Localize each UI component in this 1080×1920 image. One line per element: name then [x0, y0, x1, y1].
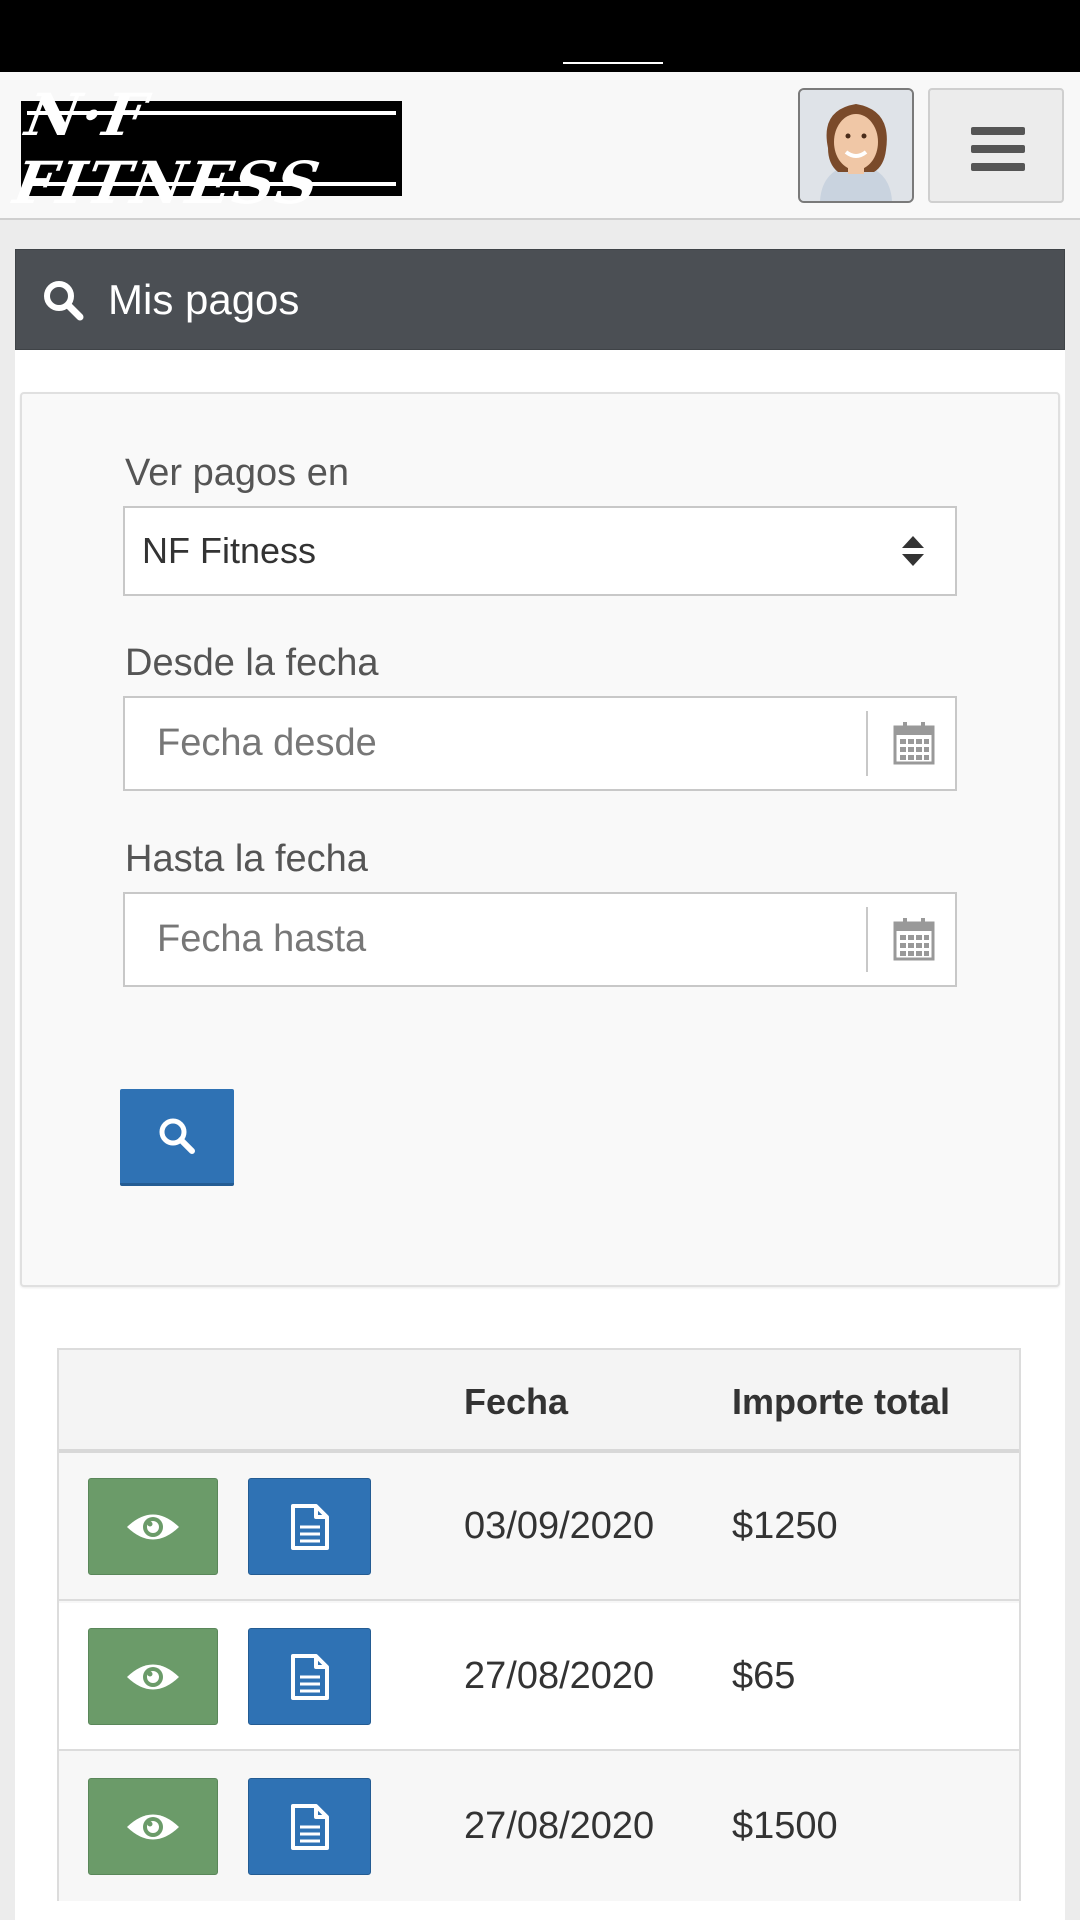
gesture-pill — [563, 62, 663, 64]
sort-arrows-icon — [902, 536, 924, 566]
filter-panel: Ver pagos en NF Fitness Desde la fecha F… — [20, 392, 1060, 1287]
payment-total: $65 — [732, 1654, 796, 1697]
field-divider — [866, 907, 868, 972]
receipt-button[interactable] — [248, 1628, 371, 1725]
calendar-icon[interactable] — [893, 917, 935, 961]
view-payment-button[interactable] — [88, 1478, 218, 1575]
gym-select[interactable]: NF Fitness — [123, 506, 957, 596]
search-icon — [159, 1118, 195, 1154]
menu-toggle-button[interactable] — [928, 88, 1064, 203]
logo-text: N·F FITNESS — [9, 80, 327, 217]
logo-bottom-line — [27, 182, 396, 186]
payment-date: 27/08/2020 — [464, 1804, 655, 1847]
to-date-input[interactable]: Fecha hasta — [157, 894, 366, 985]
eye-icon — [127, 1514, 179, 1539]
page-header: Mis pagos — [15, 249, 1065, 350]
to-date-label: Hasta la fecha — [125, 838, 368, 880]
avatar-portrait — [800, 90, 912, 201]
gym-select-value: NF Fitness — [142, 530, 317, 571]
eye-icon — [127, 1664, 179, 1689]
table-header: Fecha Importe total — [59, 1350, 1019, 1453]
document-icon — [290, 1653, 329, 1700]
user-avatar[interactable] — [798, 88, 914, 203]
eye-icon — [127, 1814, 179, 1839]
search-button[interactable] — [120, 1089, 234, 1186]
from-date-field[interactable]: Fecha desde — [123, 696, 957, 791]
hamburger-icon — [971, 127, 1025, 181]
table-row: 27/08/2020 $1500 — [59, 1753, 1019, 1901]
date-column-header: Fecha — [464, 1380, 569, 1422]
top-navbar: N·F FITNESS — [0, 72, 1080, 220]
receipt-button[interactable] — [248, 1778, 371, 1875]
table-row: 03/09/2020 $1250 — [59, 1453, 1019, 1601]
payment-total: $1250 — [732, 1504, 838, 1547]
gym-select-label: Ver pagos en — [125, 452, 349, 494]
to-date-field[interactable]: Fecha hasta — [123, 892, 957, 987]
main-content: Ver pagos en NF Fitness Desde la fecha F… — [15, 350, 1065, 1920]
table-row: 27/08/2020 $65 — [59, 1603, 1019, 1751]
payment-date: 03/09/2020 — [464, 1504, 655, 1547]
payment-total: $1500 — [732, 1804, 838, 1847]
page-title: Mis pagos — [108, 275, 300, 323]
view-payment-button[interactable] — [88, 1628, 218, 1725]
from-date-label: Desde la fecha — [125, 642, 379, 684]
document-icon — [290, 1803, 329, 1850]
from-date-input[interactable]: Fecha desde — [157, 698, 377, 789]
field-divider — [866, 711, 868, 776]
payment-date: 27/08/2020 — [464, 1654, 655, 1697]
actions-column-header — [59, 1350, 439, 1453]
payments-table: Fecha Importe total 03/09/2020 $1250 27/… — [57, 1348, 1021, 1901]
status-bar — [0, 0, 1080, 72]
view-payment-button[interactable] — [88, 1778, 218, 1875]
search-icon — [44, 280, 84, 320]
calendar-icon[interactable] — [893, 721, 935, 765]
receipt-button[interactable] — [248, 1478, 371, 1575]
total-column-header: Importe total — [732, 1380, 951, 1422]
document-icon — [290, 1503, 329, 1550]
brand-logo[interactable]: N·F FITNESS — [9, 81, 402, 217]
